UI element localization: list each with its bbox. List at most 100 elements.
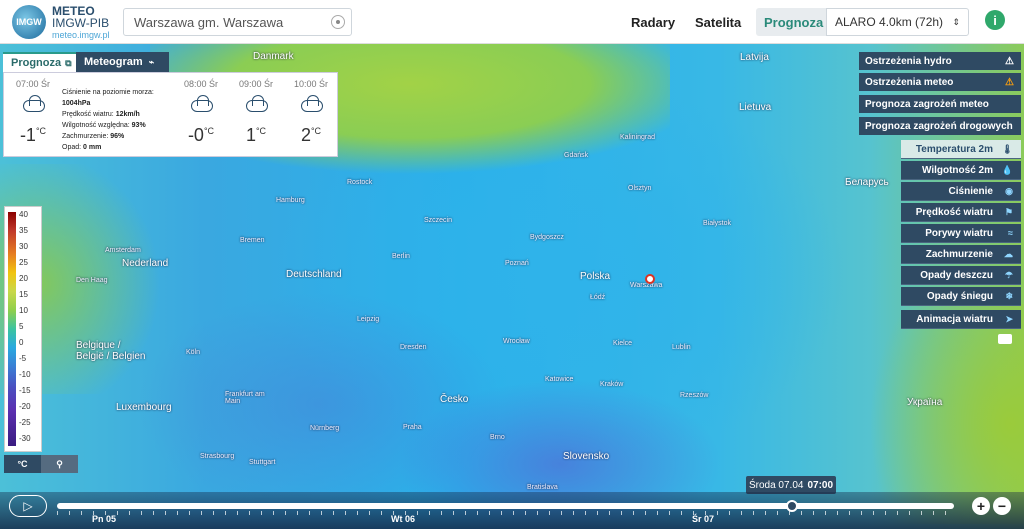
detail-clouds-label: Zachmurzenie:	[62, 133, 109, 140]
layer-temperature[interactable]: Temperatura 2m 🌡	[901, 140, 1021, 159]
warning-icon: ⚠	[1005, 76, 1014, 88]
navigation-arrow-icon: ➤	[1005, 313, 1013, 324]
timeline-track[interactable]	[57, 503, 954, 509]
layer-label: Porywy wiatru	[925, 227, 993, 239]
forecast-column: 08:00 Śr -0°C	[176, 79, 226, 146]
map-label-country: Belgique / België / Belgien	[76, 340, 146, 362]
layer-label: Ciśnienie	[948, 185, 993, 197]
layer-humidity[interactable]: Wilgotność 2m 💧	[901, 161, 1021, 180]
thermometer-icon: 🌡	[1001, 143, 1013, 154]
map-label-city: Rostock	[347, 179, 373, 186]
legend-value: 35	[19, 226, 28, 235]
cloud-icon	[189, 95, 213, 112]
nav-satelita[interactable]: Satelita	[695, 8, 741, 36]
timeline-bar: ▷ Pn 05 Wt 06 Śr 07	[0, 492, 1024, 529]
tab-prognoza[interactable]: Prognoza ⧉	[3, 52, 76, 72]
detail-clouds-value: 96%	[110, 133, 125, 140]
detail-pressure-label: Ciśnienie na poziomie morza:	[62, 89, 154, 96]
detail-precip-label: Opad:	[62, 144, 82, 151]
map-label-city: Kraków	[600, 381, 624, 388]
map-label-city: Gdańsk	[564, 152, 589, 159]
legend-value: 20	[19, 274, 28, 283]
legend-value: -15	[19, 386, 31, 395]
layer-wind-speed[interactable]: Prędkość wiatru ⚑	[901, 203, 1021, 222]
location-marker-icon[interactable]	[645, 274, 655, 284]
layer-clouds[interactable]: Zachmurzenie ☁	[901, 245, 1021, 264]
wind-animation-toggle[interactable]	[998, 334, 1012, 344]
tooltip-time: 07:00	[807, 479, 834, 491]
rain-icon: ☂	[1004, 269, 1013, 280]
layer-snow[interactable]: Opady śniegu ❄	[901, 287, 1021, 306]
layer-wind-gusts[interactable]: Porywy wiatru ≈	[901, 224, 1021, 243]
map-label-city: Kaliningrad	[620, 134, 656, 141]
temp-unit: °C	[35, 126, 47, 136]
temp-unit: °C	[203, 126, 215, 136]
map-label-city: Bratislava	[527, 484, 558, 491]
detail-wind-value: 12km/h	[115, 111, 140, 118]
top-header: IMGW METEO IMGW-PIB meteo.imgw.pl Warsza…	[0, 0, 1024, 44]
detail-pressure-value: 1004hPa	[62, 100, 91, 107]
unit-celsius-button[interactable]: °C	[4, 455, 41, 473]
threat-forecast-meteo-button[interactable]: Prognoza zagrożeń meteo	[859, 95, 1021, 113]
forecast-details: Ciśnienie na poziomie morza: 1004hPa Prę…	[62, 87, 154, 153]
layer-wind-animation[interactable]: Animacja wiatru ➤	[901, 310, 1021, 329]
map-label-city: Katowice	[545, 376, 574, 383]
model-select[interactable]: ALARO 4.0km (72h) ⇕	[826, 8, 969, 36]
brand-line2: IMGW-PIB	[52, 16, 110, 30]
threat-forecast-road-label: Prognoza zagrożeń drogowych	[865, 120, 1013, 132]
temp-value: -0	[187, 125, 204, 145]
map-label-city: Olsztyn	[628, 185, 652, 192]
imgw-logo[interactable]: IMGW	[12, 5, 46, 39]
map-label-city: Lublin	[672, 344, 691, 351]
nav-prognoza[interactable]: Prognoza	[756, 8, 832, 36]
info-button[interactable]: i	[985, 10, 1005, 30]
timeline-day-label: Pn 05	[92, 514, 117, 524]
play-button[interactable]: ▷	[9, 495, 47, 517]
forecast-time: 07:00 Śr	[15, 79, 51, 89]
map-label-city: Dresden	[400, 344, 427, 351]
map-label-country: Deutschland	[286, 269, 342, 280]
legend-value: 30	[19, 242, 28, 251]
layer-label: Opady śniegu	[926, 290, 993, 302]
map-label-city: Frankfurt am Main	[225, 391, 265, 405]
forecast-panel: 07:00 Śr -1°C Ciśnienie na poziomie morz…	[3, 72, 338, 157]
locate-icon[interactable]	[331, 15, 345, 29]
legend-value: -20	[19, 402, 31, 411]
timeline-handle[interactable]	[786, 500, 798, 512]
windsock-icon: ⚑	[1004, 206, 1013, 217]
zoom-out-button[interactable]: −	[993, 497, 1011, 515]
model-select-value: ALARO 4.0km (72h)	[835, 15, 944, 29]
map-label-city: Brno	[490, 434, 505, 441]
forecast-column: 07:00 Śr -1°C	[8, 79, 58, 146]
forecast-temp: 2°C	[286, 125, 336, 146]
detail-wind-label: Prędkość wiatru:	[62, 111, 114, 118]
map-label-country: Nederland	[122, 258, 169, 269]
temperature-legend: 40 35 30 25 20 15 10 5 0 -5 -10 -15 -20 …	[4, 206, 42, 452]
layer-label: Opady deszczu	[920, 269, 993, 281]
threat-forecast-road-button[interactable]: Prognoza zagrożeń drogowych	[859, 117, 1021, 135]
pin-icon[interactable]: ⚲	[41, 455, 78, 473]
warnings-meteo-button[interactable]: Ostrzeżenia meteo ⚠	[859, 73, 1021, 91]
warnings-hydro-button[interactable]: Ostrzeżenia hydro ⚠	[859, 52, 1021, 70]
layer-rain[interactable]: Opady deszczu ☂	[901, 266, 1021, 285]
chart-icon: ⌁	[148, 56, 155, 67]
detail-humidity-value: 93%	[131, 122, 146, 129]
nav-radary[interactable]: Radary	[631, 8, 675, 36]
forecast-time: 09:00 Śr	[238, 79, 274, 89]
map-label-city: Praha	[403, 424, 422, 431]
map-label-city: Rzeszów	[680, 392, 709, 399]
brand[interactable]: METEO IMGW-PIB meteo.imgw.pl	[52, 5, 110, 41]
legend-value: -10	[19, 370, 31, 379]
tab-meteogram[interactable]: Meteogram ⌁	[76, 52, 169, 72]
layer-pressure[interactable]: Ciśnienie ◉	[901, 182, 1021, 201]
legend-value: -25	[19, 418, 31, 427]
gauge-icon: ◉	[1005, 185, 1013, 196]
location-search-input[interactable]: Warszawa gm. Warszawa	[123, 8, 352, 36]
zoom-in-button[interactable]: +	[972, 497, 990, 515]
chevron-updown-icon: ⇕	[952, 17, 960, 27]
temp-value: 1	[245, 125, 256, 145]
expand-icon: ⧉	[65, 57, 72, 68]
map-label-city: Amsterdam	[105, 247, 141, 254]
tooltip-day: Środa 07.04	[748, 479, 804, 491]
warnings-hydro-label: Ostrzeżenia hydro	[865, 55, 952, 67]
